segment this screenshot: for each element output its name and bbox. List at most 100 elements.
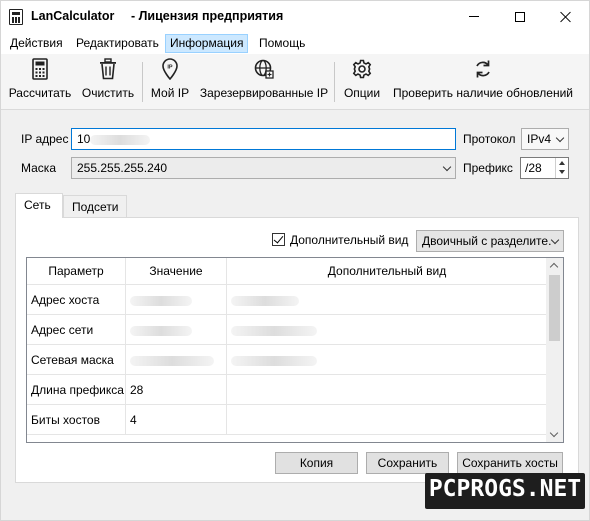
- check-updates-button[interactable]: Проверить наличие обновлений: [391, 58, 575, 106]
- menu-info[interactable]: Информация: [165, 34, 249, 53]
- redacted-value: [130, 295, 192, 306]
- column-header-parameter[interactable]: Параметр: [27, 258, 126, 285]
- calculator-app-icon: [9, 9, 23, 25]
- minimize-icon: [469, 16, 479, 17]
- menu-help[interactable]: Помощь: [254, 34, 310, 53]
- redacted-value: [231, 325, 317, 336]
- column-header-value[interactable]: Значение: [126, 258, 227, 285]
- toolbar-separator: [142, 62, 143, 102]
- app-title: LanCalculator: [31, 9, 115, 23]
- decrement-icon[interactable]: [559, 170, 565, 174]
- license-title: - Лицензия предприятия: [131, 9, 284, 23]
- check-updates-label: Проверить наличие обновлений: [393, 86, 573, 100]
- calculator-icon: [32, 58, 48, 80]
- maximize-icon: [515, 11, 525, 22]
- tab-network[interactable]: Сеть: [15, 193, 63, 218]
- clear-button[interactable]: Очистить: [79, 58, 137, 106]
- chevron-down-icon: [442, 162, 452, 172]
- chevron-down-icon: [555, 133, 565, 143]
- results-table[interactable]: Параметр Значение Дополнительный вид Адр…: [26, 257, 564, 443]
- row-parameter: Адрес хоста: [27, 285, 126, 315]
- row-value: [126, 285, 227, 315]
- copy-button[interactable]: Копия: [275, 452, 358, 474]
- tab-subnets[interactable]: Подсети: [63, 195, 127, 217]
- options-label: Опции: [343, 86, 381, 100]
- my-ip-label: Мой IP: [150, 86, 190, 100]
- protocol-select[interactable]: IPv4: [521, 128, 569, 150]
- table-row[interactable]: Адрес сети: [27, 315, 547, 345]
- row-value: 4: [126, 405, 227, 435]
- increment-icon[interactable]: [559, 161, 565, 165]
- calculate-label: Рассчитать: [8, 86, 72, 100]
- minimize-button[interactable]: [451, 1, 497, 32]
- row-extra: [227, 345, 547, 375]
- prefix-stepper[interactable]: /28: [520, 157, 569, 179]
- protocol-label: Протокол: [463, 132, 516, 146]
- reserved-ip-label: Зарезервированные IP: [199, 86, 329, 100]
- prefix-label: Префикс: [463, 161, 513, 175]
- row-value: 28: [126, 375, 227, 405]
- globe-network-icon: [254, 59, 274, 79]
- prefix-stepper-buttons[interactable]: [555, 158, 568, 178]
- row-parameter: Адрес сети: [27, 315, 126, 345]
- prefix-value: /28: [525, 161, 542, 175]
- toolbar-separator: [334, 62, 335, 102]
- calculate-button[interactable]: Рассчитать: [7, 58, 73, 106]
- chevron-down-icon: [550, 235, 560, 245]
- table-row[interactable]: Биты хостов 4: [27, 405, 547, 435]
- ip-address-input[interactable]: 10: [71, 128, 456, 150]
- save-hosts-button[interactable]: Сохранить хосты: [457, 452, 563, 474]
- close-icon: [560, 11, 572, 23]
- app-window: LanCalculator - Лицензия предприятия Дей…: [0, 0, 590, 521]
- reserved-ip-button[interactable]: Зарезервированные IP: [199, 58, 329, 106]
- row-parameter: Сетевая маска: [27, 345, 126, 375]
- scroll-up-icon[interactable]: [549, 262, 559, 272]
- location-pin-icon: IP: [162, 58, 178, 80]
- toolbar: Рассчитать Очистить IP Мой IP Зарезервир…: [1, 54, 589, 110]
- view-mode-select[interactable]: Двоичный с разделите.: [416, 230, 564, 252]
- mask-value: 255.255.255.240: [77, 161, 168, 175]
- menu-actions[interactable]: Действия: [5, 34, 68, 53]
- row-extra: [227, 375, 547, 405]
- view-mode-value: Двоичный с разделите.: [422, 234, 552, 248]
- row-parameter: Длина префикса: [27, 375, 126, 405]
- mask-select[interactable]: 255.255.255.240: [71, 157, 456, 179]
- options-button[interactable]: Опции: [339, 58, 385, 106]
- redacted-value: [231, 295, 299, 306]
- extra-view-checkbox[interactable]: [272, 233, 285, 246]
- my-ip-button[interactable]: IP Мой IP: [147, 58, 193, 106]
- ip-address-value: 10: [77, 132, 91, 146]
- title-bar: LanCalculator - Лицензия предприятия: [1, 1, 589, 32]
- maximize-button[interactable]: [497, 1, 543, 32]
- close-button[interactable]: [543, 1, 589, 32]
- redacted-value: [130, 325, 192, 336]
- table-row[interactable]: Адрес хоста: [27, 285, 547, 315]
- protocol-value: IPv4: [527, 132, 552, 146]
- row-extra: [227, 285, 547, 315]
- watermark: PCPROGS.NET: [425, 473, 585, 509]
- gear-icon: [352, 59, 372, 79]
- table-row[interactable]: Длина префикса 28: [27, 375, 547, 405]
- clear-label: Очистить: [81, 86, 135, 100]
- column-header-extra-view[interactable]: Дополнительный вид: [227, 258, 547, 285]
- scrollbar-thumb[interactable]: [549, 275, 560, 341]
- mask-label: Маска: [21, 161, 56, 175]
- redacted-value: [90, 134, 151, 145]
- svg-text:IP: IP: [167, 65, 173, 71]
- scroll-down-icon[interactable]: [549, 428, 559, 438]
- row-value: [126, 345, 227, 375]
- save-button[interactable]: Сохранить: [366, 452, 449, 474]
- table-row[interactable]: Сетевая маска: [27, 345, 547, 375]
- trash-icon: [100, 58, 116, 80]
- menu-bar: Действия Редактировать Информация Помощь: [1, 32, 589, 54]
- table-scrollbar[interactable]: [546, 258, 563, 442]
- row-extra: [227, 405, 547, 435]
- redacted-value: [231, 355, 317, 366]
- extra-view-label[interactable]: Дополнительный вид: [290, 233, 408, 247]
- row-extra: [227, 315, 547, 345]
- row-parameter: Биты хостов: [27, 405, 126, 435]
- menu-edit[interactable]: Редактировать: [71, 34, 164, 53]
- ip-address-label: IP адрес: [21, 132, 69, 146]
- refresh-icon: [476, 60, 490, 78]
- row-value: [126, 315, 227, 345]
